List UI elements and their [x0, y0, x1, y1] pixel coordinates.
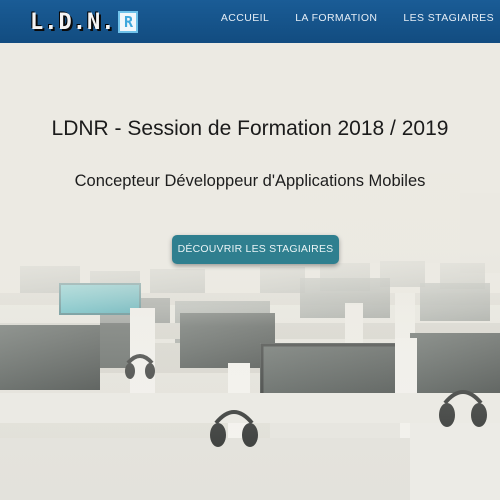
discover-trainees-button[interactable]: DÉCOUVRIR LES STAGIAIRES [172, 235, 339, 264]
hero-section [0, 43, 500, 500]
main-nav: ACCUEIL LA FORMATION LES STAGIAIRES [195, 0, 494, 36]
nav-item-accueil[interactable]: ACCUEIL [221, 12, 269, 24]
hero-subtitle: Concepteur Développeur d'Applications Mo… [74, 172, 426, 190]
hero-title: LDNR - Session de Formation 2018 / 2019 [51, 117, 449, 140]
nav-item-les-stagiaires[interactable]: LES STAGIAIRES [403, 12, 494, 24]
nav-item-la-formation[interactable]: LA FORMATION [295, 12, 377, 24]
classroom-background-image [0, 43, 500, 500]
page: L.D.N. R ACCUEIL LA FORMATION LES STAGIA… [0, 0, 500, 500]
logo-box-letter: R [118, 11, 139, 33]
site-logo[interactable]: L.D.N. R [30, 9, 139, 35]
navbar: L.D.N. R ACCUEIL LA FORMATION LES STAGIA… [0, 0, 500, 43]
logo-text: L.D.N. [30, 9, 116, 35]
